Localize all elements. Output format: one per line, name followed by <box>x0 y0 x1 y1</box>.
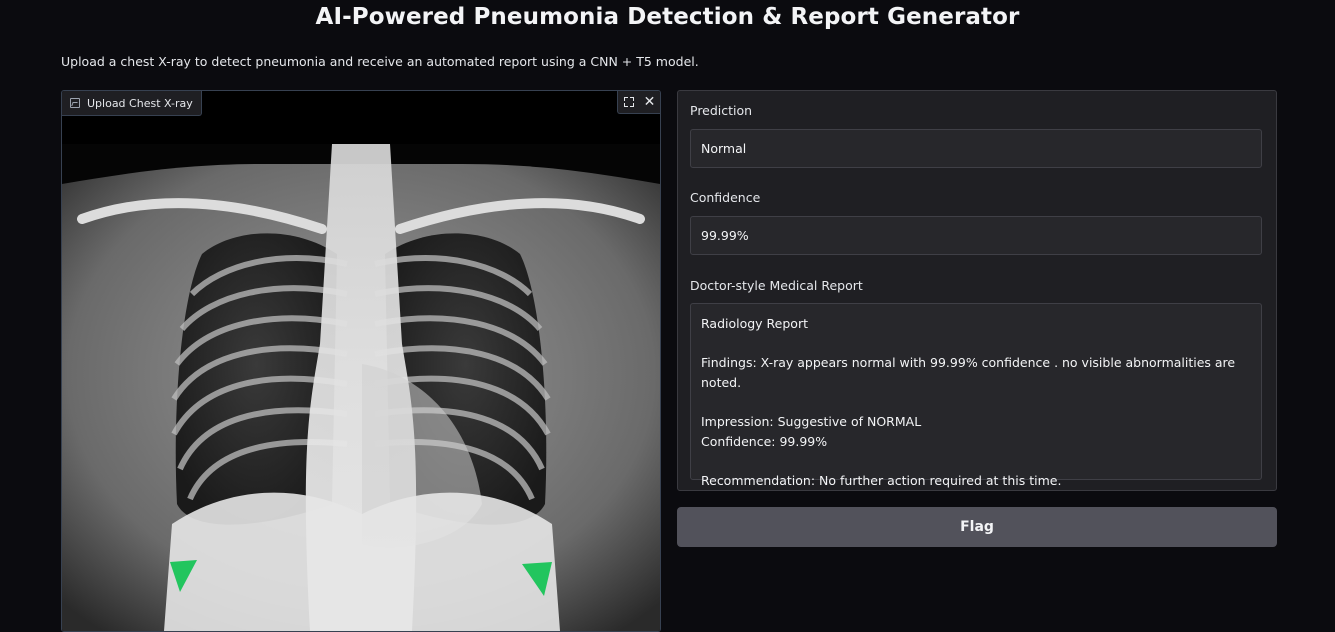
report-label: Doctor-style Medical Report <box>690 278 863 293</box>
flag-button[interactable]: Flag <box>677 507 1277 547</box>
prediction-value: Normal <box>701 141 747 156</box>
image-input-label: Upload Chest X-ray <box>62 91 202 116</box>
clear-image-button[interactable]: ✕ <box>639 91 660 113</box>
image-upload-panel[interactable]: Upload Chest X-ray ✕ <box>61 90 661 632</box>
confidence-value: 99.99% <box>701 228 749 243</box>
fullscreen-icon <box>623 97 634 107</box>
medical-report-field[interactable]: Radiology Report Findings: X-ray appears… <box>690 303 1262 488</box>
prediction-label: Prediction <box>690 103 753 118</box>
close-icon: ✕ <box>643 94 656 110</box>
image-toolbar: ✕ <box>617 91 660 114</box>
image-input-label-text: Upload Chest X-ray <box>87 96 193 110</box>
image-icon <box>70 98 80 108</box>
confidence-label: Confidence <box>690 190 761 205</box>
page-title: AI-Powered Pneumonia Detection & Report … <box>315 4 1020 30</box>
fullscreen-button[interactable] <box>618 91 639 113</box>
results-panel: Prediction Normal Confidence 99.99% Doct… <box>677 90 1277 491</box>
chest-xray-image <box>62 144 660 631</box>
page-description: Upload a chest X-ray to detect pneumonia… <box>61 54 699 69</box>
prediction-field[interactable]: Normal <box>690 129 1262 168</box>
confidence-field[interactable]: 99.99% <box>690 216 1262 255</box>
